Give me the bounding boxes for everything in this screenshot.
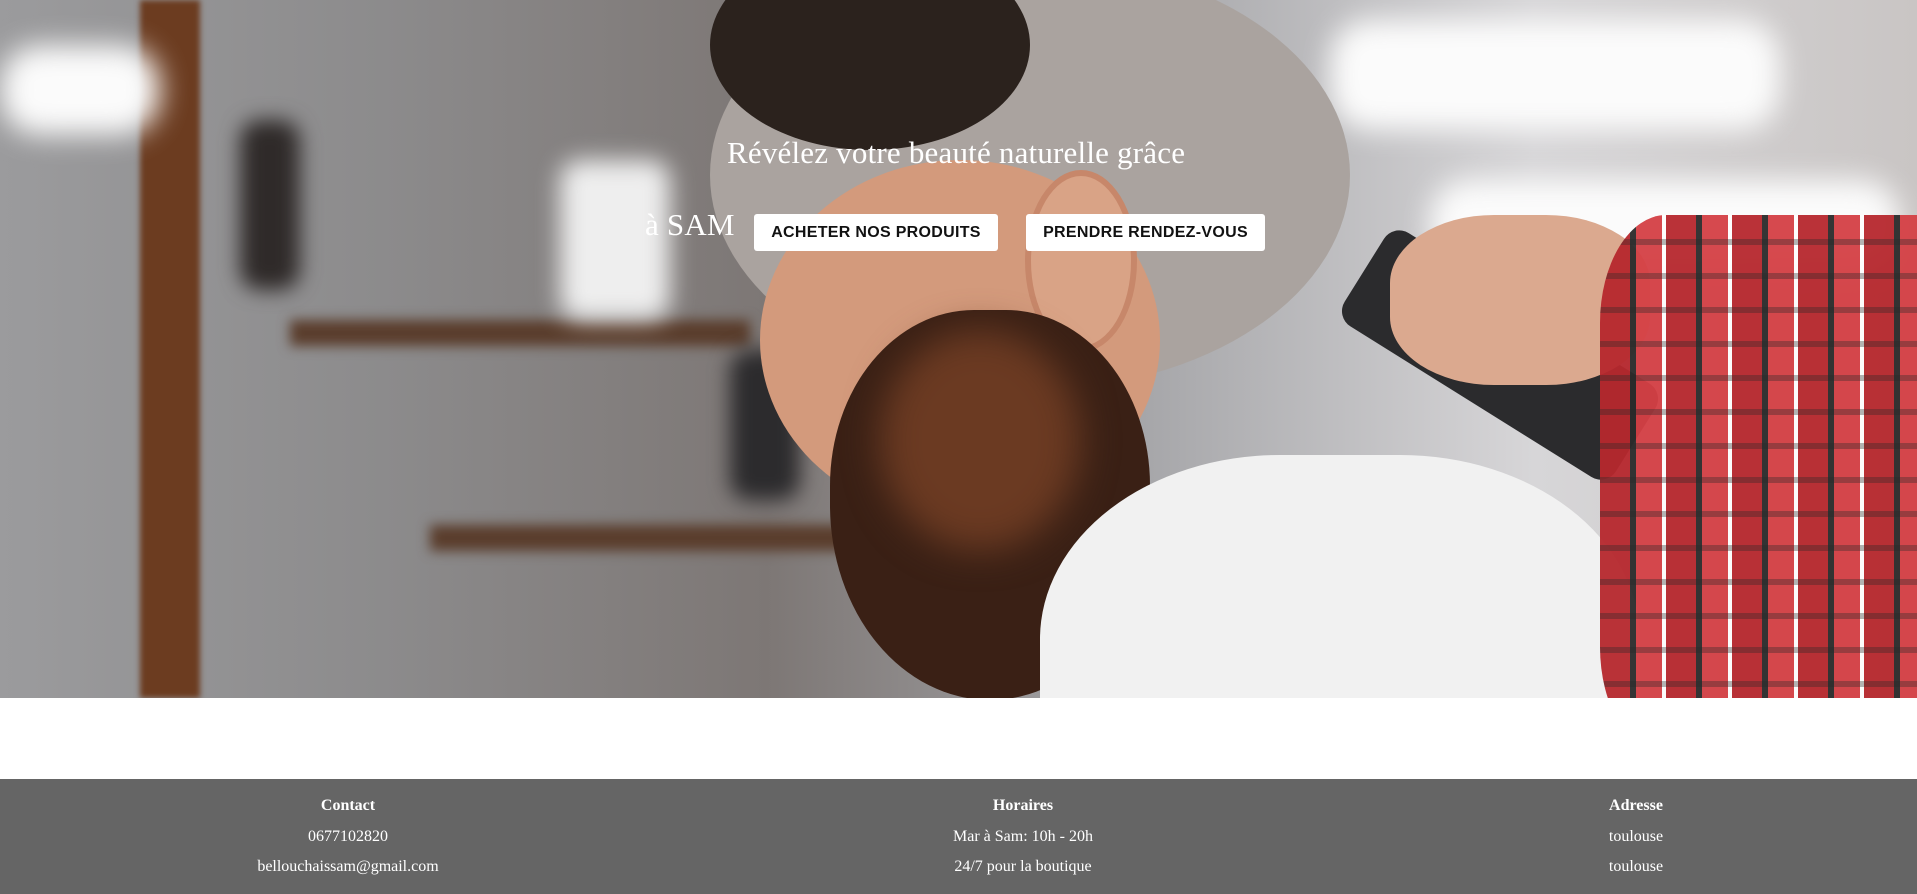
hero-title-line2: à SAM	[645, 207, 735, 242]
hero-title-line1: Révélez votre beauté naturelle grâce	[727, 135, 1186, 170]
buy-products-button[interactable]: ACHETER NOS PRODUITS	[754, 214, 998, 251]
hours-line-shop: 24/7 pour la boutique	[954, 858, 1092, 875]
address-heading: Adresse	[1609, 797, 1663, 814]
address-line1: toulouse	[1608, 828, 1664, 845]
contact-phone: 0677102820	[308, 828, 388, 845]
contact-email: bellouchaissam@gmail.com	[257, 858, 439, 875]
hours-line-salon: Mar à Sam: 10h - 20h	[953, 828, 1093, 845]
hours-heading: Horaires	[992, 797, 1054, 814]
book-appointment-button[interactable]: PRENDRE RENDEZ-VOUS	[1026, 214, 1265, 251]
site-footer: Contact 0677102820 bellouchaissam@gmail.…	[0, 779, 1917, 894]
contact-heading: Contact	[320, 797, 376, 814]
hero-background-photo	[0, 0, 1917, 698]
address-line2: toulouse	[1608, 858, 1664, 875]
hero-section: Révélez votre beauté naturelle grâce à S…	[0, 0, 1917, 698]
